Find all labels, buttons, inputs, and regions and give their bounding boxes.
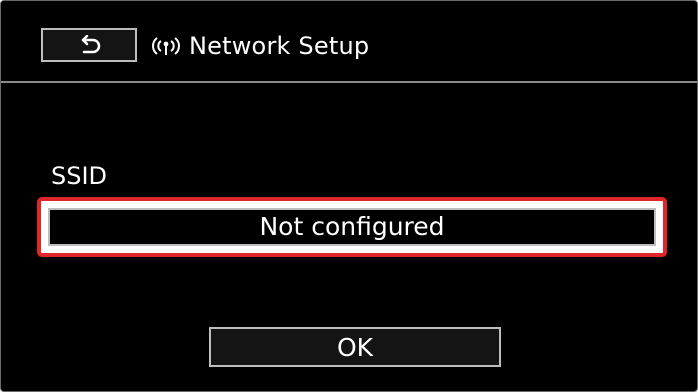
ssid-field[interactable]: Not configured [48,208,656,246]
page-title: Network Setup [189,32,370,60]
ssid-label: SSID [51,162,108,190]
wifi-antenna-icon [151,35,181,57]
network-setup-screen: Network Setup SSID Not configured OK [0,0,698,392]
ssid-selection-highlight: Not configured [37,197,667,257]
ok-button[interactable]: OK [209,327,501,367]
header-bar: Network Setup [1,1,697,81]
title-group: Network Setup [151,29,369,63]
return-arrow-icon [81,35,101,54]
back-button[interactable] [41,28,137,62]
header-divider [1,81,697,83]
